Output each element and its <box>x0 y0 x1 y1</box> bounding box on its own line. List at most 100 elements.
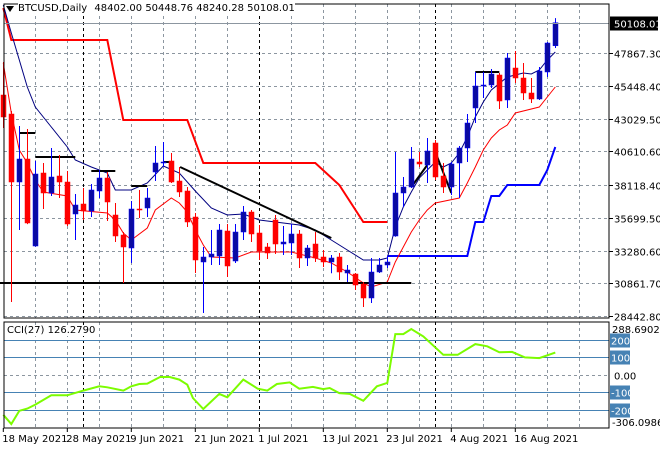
bullish-candle <box>32 160 39 247</box>
candle-body <box>136 208 143 211</box>
bearish-candle <box>496 73 503 110</box>
bullish-candle <box>232 224 239 263</box>
bearish-candle <box>528 77 535 104</box>
candle-body <box>64 181 71 225</box>
candle-body <box>200 256 207 263</box>
candle-body <box>456 147 463 164</box>
candle-body <box>192 216 199 261</box>
candle-body <box>432 142 439 178</box>
candle-body <box>480 84 487 87</box>
candle-body <box>512 67 519 79</box>
bullish-candle <box>280 225 287 255</box>
cci-panel: 200 100 0.00 -100 -200 288.6902 -306.0986 <box>2 325 660 429</box>
price-tick-label: 43029.50 <box>614 116 660 127</box>
grid <box>4 4 609 428</box>
price-tick-label: 30861.70 <box>614 280 660 291</box>
candle-body <box>208 253 215 258</box>
candle-body <box>128 208 135 249</box>
price-tick-label: 33280.60 <box>614 248 660 259</box>
bearish-candle <box>136 189 143 219</box>
candle-body <box>8 113 15 183</box>
price-tick-label: 47867.30 <box>614 50 660 61</box>
candle-body <box>184 190 191 223</box>
candle-body <box>424 150 431 166</box>
bullish-candle <box>392 152 399 237</box>
price-chart[interactable]: 200 100 0.00 -100 -200 288.6902 -306.0986 4786… <box>0 0 660 450</box>
candle-body <box>552 22 559 47</box>
bearish-candle <box>312 232 319 263</box>
bullish-candle <box>384 255 391 268</box>
candle-body <box>176 180 183 193</box>
candle-body <box>256 232 263 252</box>
slow-moving-average-line <box>2 62 556 288</box>
bullish-candle <box>96 169 103 198</box>
bullish-candle <box>464 113 471 162</box>
bullish-candle <box>240 206 247 240</box>
candles <box>0 18 559 313</box>
candle-body <box>440 175 447 188</box>
candle-body <box>160 161 167 164</box>
bearish-candle <box>176 167 183 198</box>
indicator-lines <box>2 4 557 288</box>
candle-body <box>32 173 39 247</box>
cci-level-label: -200 <box>611 407 634 418</box>
bearish-candle <box>272 215 279 255</box>
date-label: 21 Jun 2021 <box>194 434 254 445</box>
bullish-candle <box>216 224 223 266</box>
candle-body <box>272 219 279 245</box>
symbol-timeframe: BTCUSD,Daily <box>18 3 88 14</box>
bearish-candle <box>168 152 175 184</box>
candle-body <box>392 192 399 237</box>
bearish-candle <box>416 152 423 168</box>
bullish-candle <box>552 18 559 48</box>
bearish-candle <box>192 212 199 273</box>
cci-level-label: 100 <box>611 354 630 365</box>
date-label: 13 Jul 2021 <box>322 434 379 445</box>
candle-body <box>376 264 383 273</box>
date-label: 16 Aug 2021 <box>514 434 578 445</box>
candle-body <box>496 74 503 102</box>
bearish-candle <box>224 224 231 277</box>
candle-body <box>472 85 479 109</box>
bearish-candle <box>248 210 255 242</box>
bearish-candle <box>264 243 271 260</box>
candle-body <box>152 162 159 173</box>
candle-body <box>360 283 367 299</box>
cci-title: CCI(27) 126.2790 <box>7 325 96 336</box>
candle-body <box>504 57 511 101</box>
candle-body <box>72 204 79 215</box>
bearish-candle <box>112 203 119 242</box>
bearish-candle <box>8 110 15 303</box>
price-tick-label: 35699.50 <box>614 215 660 226</box>
candle-body <box>464 122 471 149</box>
candle-body <box>40 172 47 194</box>
bullish-candle <box>208 230 215 266</box>
candle-body <box>288 233 295 244</box>
date-label: 28 May 2021 <box>66 434 131 445</box>
candle-body <box>96 177 103 192</box>
bullish-candle <box>368 258 375 304</box>
candle-body <box>400 186 407 194</box>
bullish-candle <box>472 72 479 124</box>
candle-body <box>304 247 311 259</box>
main-frame <box>3 3 610 319</box>
candle-body <box>80 203 87 212</box>
trend-line <box>179 166 332 239</box>
candle-body <box>224 230 231 267</box>
bullish-candle <box>536 67 543 100</box>
bearish-candle <box>360 282 367 307</box>
candle-body <box>248 211 255 235</box>
bullish-candle <box>288 224 295 255</box>
candle-body <box>216 229 223 257</box>
candle-body <box>416 161 423 165</box>
bullish-candle <box>456 145 463 198</box>
one-click-trading-icon[interactable] <box>6 6 14 12</box>
bullish-candle <box>128 201 135 263</box>
candle-body <box>120 234 127 248</box>
candle-body <box>344 269 351 274</box>
price-tick-label: 38118.40 <box>614 182 660 193</box>
bearish-candle <box>256 225 263 261</box>
candle-body <box>336 256 343 273</box>
candle-body <box>232 231 239 262</box>
candle-body <box>488 73 495 86</box>
